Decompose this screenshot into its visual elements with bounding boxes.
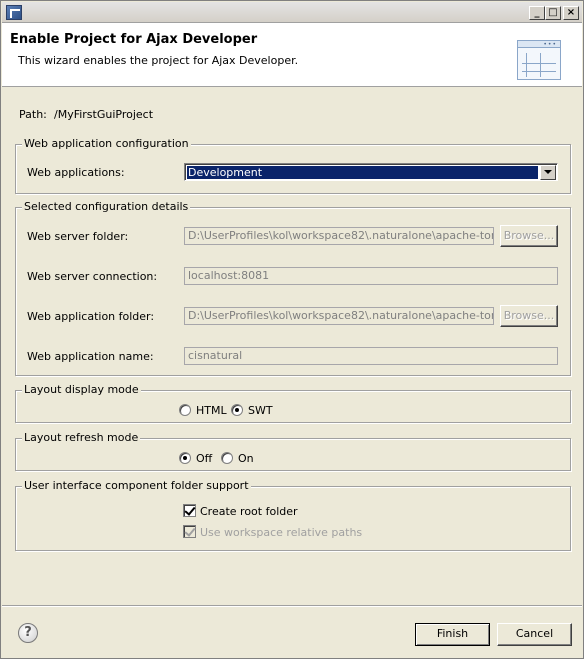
config-details-group: Selected configuration details Web serve…: [15, 200, 571, 376]
wizard-window: _ □ × Enable Project for Ajax Developer …: [0, 0, 584, 659]
radio-off[interactable]: [179, 452, 191, 464]
chevron-down-icon[interactable]: [540, 165, 556, 180]
radio-swt-label[interactable]: SWT: [248, 404, 273, 417]
radio-html-label[interactable]: HTML: [196, 404, 227, 417]
layout-refresh-group: Layout refresh mode Off On: [15, 431, 571, 471]
group-title: User interface component folder support: [22, 479, 251, 492]
page-title: Enable Project for Ajax Developer: [10, 32, 258, 47]
web-server-folder-label: Web server folder:: [27, 230, 129, 243]
cancel-button[interactable]: Cancel: [497, 623, 572, 646]
layout-display-group: Layout display mode HTML SWT: [15, 383, 571, 423]
wizard-header: Enable Project for Ajax Developer This w…: [2, 23, 582, 87]
create-root-folder-checkbox[interactable]: [183, 504, 196, 517]
radio-on[interactable]: [221, 452, 233, 464]
web-applications-label: Web applications:: [27, 166, 125, 179]
radio-on-label[interactable]: On: [238, 452, 254, 465]
relative-paths-checkbox[interactable]: [183, 525, 196, 538]
group-title: Layout display mode: [22, 383, 141, 396]
browse-app-folder-button[interactable]: Browse...: [500, 305, 558, 327]
group-title: Web application configuration: [22, 137, 191, 150]
close-button[interactable]: ×: [563, 6, 579, 20]
browse-server-folder-button[interactable]: Browse...: [500, 225, 558, 247]
create-root-folder-label[interactable]: Create root folder: [200, 505, 298, 518]
web-app-config-group: Web application configuration Web applic…: [15, 137, 571, 194]
wizard-banner-icon: •••: [517, 40, 561, 80]
path-value: /MyFirstGuiProject: [54, 108, 154, 121]
web-server-connection-field[interactable]: localhost:8081: [184, 267, 558, 285]
maximize-button[interactable]: □: [545, 6, 561, 20]
web-app-folder-label: Web application folder:: [27, 310, 155, 323]
radio-swt[interactable]: [231, 404, 243, 416]
web-app-folder-field[interactable]: D:\UserProfiles\kol\workspace82\.natural…: [184, 307, 494, 325]
path-label: Path:: [19, 108, 47, 121]
web-server-folder-field[interactable]: D:\UserProfiles\kol\workspace82\.natural…: [184, 227, 494, 245]
relative-paths-label[interactable]: Use workspace relative paths: [200, 526, 362, 539]
group-title: Selected configuration details: [22, 200, 191, 213]
ui-folder-group: User interface component folder support …: [15, 479, 571, 551]
footer-separator: [2, 605, 582, 607]
minimize-button[interactable]: _: [529, 6, 545, 20]
web-app-name-field[interactable]: cisnatural: [184, 347, 558, 365]
finish-button[interactable]: Finish: [415, 623, 490, 646]
web-applications-selected: Development: [187, 166, 538, 179]
help-icon[interactable]: ?: [18, 623, 38, 643]
radio-off-label[interactable]: Off: [196, 452, 212, 465]
web-server-connection-label: Web server connection:: [27, 270, 158, 283]
group-title: Layout refresh mode: [22, 431, 141, 444]
web-app-name-label: Web application name:: [27, 350, 154, 363]
radio-html[interactable]: [179, 404, 191, 416]
title-bar: _ □ ×: [2, 2, 582, 23]
web-applications-dropdown[interactable]: Development: [184, 163, 558, 181]
app-icon: [6, 5, 22, 20]
page-description: This wizard enables the project for Ajax…: [18, 54, 299, 67]
